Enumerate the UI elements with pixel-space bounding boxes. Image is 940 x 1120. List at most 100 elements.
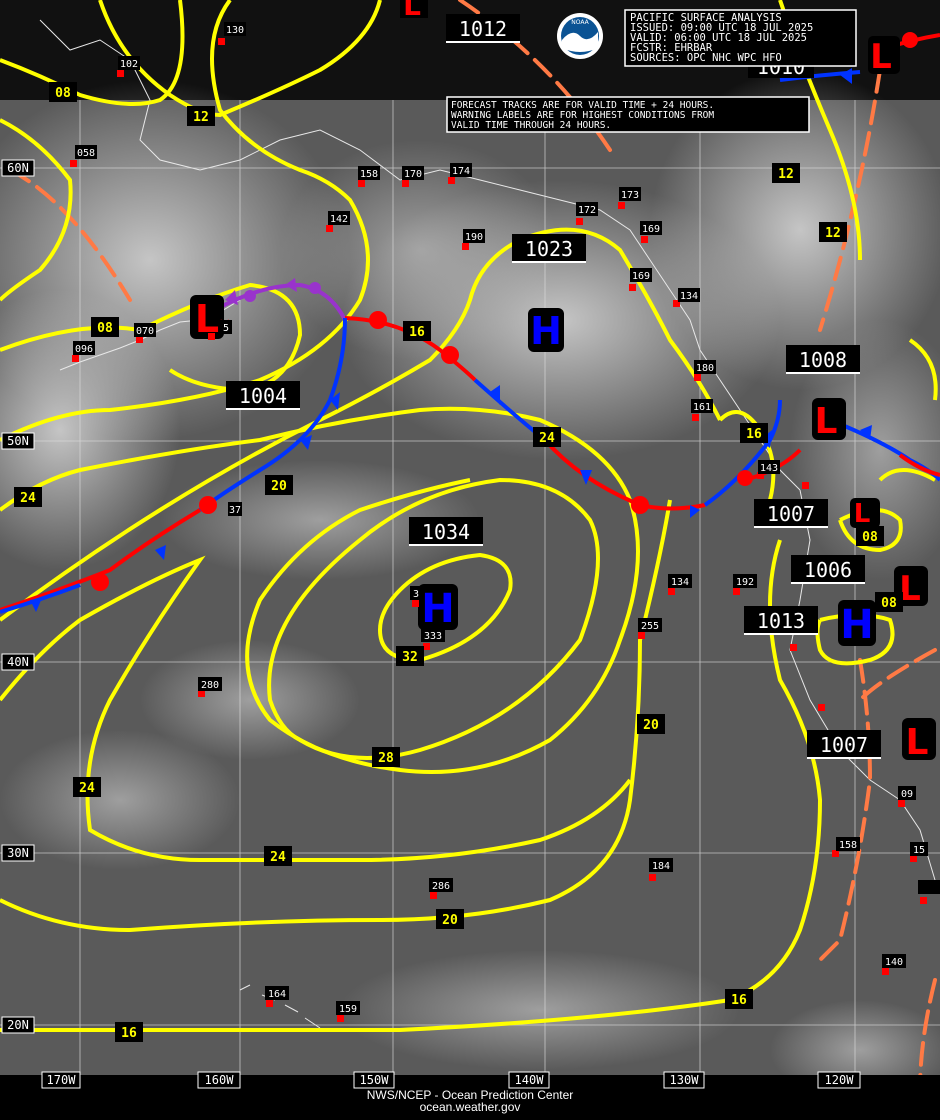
svg-text:173: 173 [621, 190, 639, 201]
svg-text:255: 255 [641, 621, 659, 632]
pressure-label: 1007 [754, 499, 828, 528]
station-marker: 37 [228, 502, 242, 516]
svg-text:1004: 1004 [239, 384, 287, 408]
svg-text:24: 24 [79, 781, 95, 796]
svg-text:1006: 1006 [804, 558, 852, 582]
note-line-3: VALID TIME THROUGH 24 HOURS. [451, 120, 611, 131]
lat-label: 60N [1, 159, 35, 177]
svg-text:08: 08 [881, 596, 897, 611]
svg-text:150W: 150W [360, 1073, 390, 1087]
svg-text:333: 333 [424, 631, 442, 642]
station-marker [790, 644, 797, 651]
svg-text:09: 09 [901, 789, 913, 800]
svg-text:160W: 160W [205, 1073, 235, 1087]
low-center-ne: L [868, 36, 900, 77]
svg-text:134: 134 [671, 577, 689, 588]
lat-label: 30N [1, 844, 35, 862]
svg-text:170: 170 [404, 169, 422, 180]
low-symbol: L [854, 499, 871, 529]
low-center-oregon: L [850, 498, 880, 529]
svg-text:161: 161 [693, 402, 711, 413]
header-sources: SOURCES: OPC NHC WPC HFO [630, 52, 782, 64]
pressure-label: 1004 [226, 381, 300, 410]
svg-text:1007: 1007 [820, 733, 868, 757]
lat-label: 40N [1, 653, 35, 671]
high-symbol: H [530, 309, 562, 353]
svg-text:102: 102 [120, 59, 138, 70]
footer-line-2: ocean.weather.gov [420, 1100, 521, 1114]
isobar-label: 12 [187, 106, 215, 126]
svg-text:20: 20 [442, 913, 458, 928]
isobar-label: 12 [819, 222, 847, 242]
lon-label: 140W [508, 1071, 550, 1089]
low-center-bc: L [812, 398, 846, 442]
isobar-label: 08 [856, 526, 884, 546]
isobar-label: 16 [115, 1022, 143, 1042]
svg-text:NOAA: NOAA [571, 19, 589, 26]
svg-text:130W: 130W [670, 1073, 700, 1087]
isobar-label: 12 [772, 163, 800, 183]
high-center-main: H [418, 584, 458, 632]
lon-label: 120W [817, 1071, 861, 1089]
isobar-label: 20 [265, 475, 293, 495]
svg-text:142: 142 [330, 214, 348, 225]
svg-text:1008: 1008 [799, 348, 847, 372]
svg-text:3: 3 [413, 589, 419, 600]
svg-text:184: 184 [652, 861, 670, 872]
isobar-label: 08 [875, 592, 903, 612]
svg-text:12: 12 [778, 167, 794, 182]
isobar-label: 16 [403, 321, 431, 341]
svg-text:20: 20 [271, 479, 287, 494]
svg-text:40N: 40N [7, 655, 29, 669]
low-symbol: L [815, 401, 838, 442]
pressure-label: 1007 [807, 730, 881, 759]
lon-label: 150W [353, 1071, 395, 1089]
svg-text:158: 158 [360, 169, 378, 180]
svg-text:12: 12 [825, 226, 841, 241]
surface-analysis-map: H H H L ✕ L L L L [0, 0, 940, 1120]
station-marker [818, 704, 825, 711]
svg-text:32: 32 [402, 650, 418, 665]
svg-text:15: 15 [913, 845, 925, 856]
svg-text:16: 16 [746, 427, 762, 442]
isobar-label: 08 [49, 82, 77, 102]
pressure-label: 1008 [786, 345, 860, 374]
svg-text:190: 190 [465, 232, 483, 243]
svg-text:1023: 1023 [525, 237, 573, 261]
svg-text:192: 192 [736, 577, 754, 588]
svg-text:170W: 170W [47, 1073, 77, 1087]
svg-text:096: 096 [75, 344, 93, 355]
high-center-north: H [528, 308, 564, 353]
svg-text:1007: 1007 [767, 502, 815, 526]
svg-text:159: 159 [339, 1004, 357, 1015]
svg-text:169: 169 [632, 271, 650, 282]
svg-text:1013: 1013 [757, 609, 805, 633]
svg-text:058: 058 [77, 148, 95, 159]
svg-text:143: 143 [760, 463, 778, 474]
svg-text:174: 174 [452, 166, 470, 177]
forecast-note-box: FORECAST TRACKS ARE FOR VALID TIME + 24 … [446, 96, 810, 133]
svg-text:30N: 30N [7, 846, 29, 860]
lon-label: 160W [197, 1071, 241, 1089]
svg-text:08: 08 [55, 86, 71, 101]
pressure-label: 1023 [512, 234, 586, 263]
isobar-label: 20 [436, 909, 464, 929]
svg-text:16: 16 [121, 1026, 137, 1041]
lat-label: 20N [1, 1016, 35, 1034]
svg-text:5: 5 [223, 323, 229, 334]
low-symbol: L [906, 722, 929, 763]
svg-text:20: 20 [643, 718, 659, 733]
svg-text:08: 08 [97, 321, 113, 336]
svg-text:164: 164 [268, 989, 286, 1000]
svg-text:12: 12 [193, 110, 209, 125]
pressure-label: 1013 [744, 606, 818, 635]
isobar-label: 24 [73, 777, 101, 797]
pressure-label: 1012 [446, 14, 520, 43]
header-box: PACIFIC SURFACE ANALYSIS ISSUED: 09:00 U… [624, 9, 857, 67]
svg-text:134: 134 [680, 291, 698, 302]
svg-text:140: 140 [885, 957, 903, 968]
pressure-label: 1006 [791, 555, 865, 584]
svg-text:24: 24 [20, 491, 36, 506]
svg-text:60N: 60N [7, 161, 29, 175]
svg-text:158: 158 [839, 840, 857, 851]
